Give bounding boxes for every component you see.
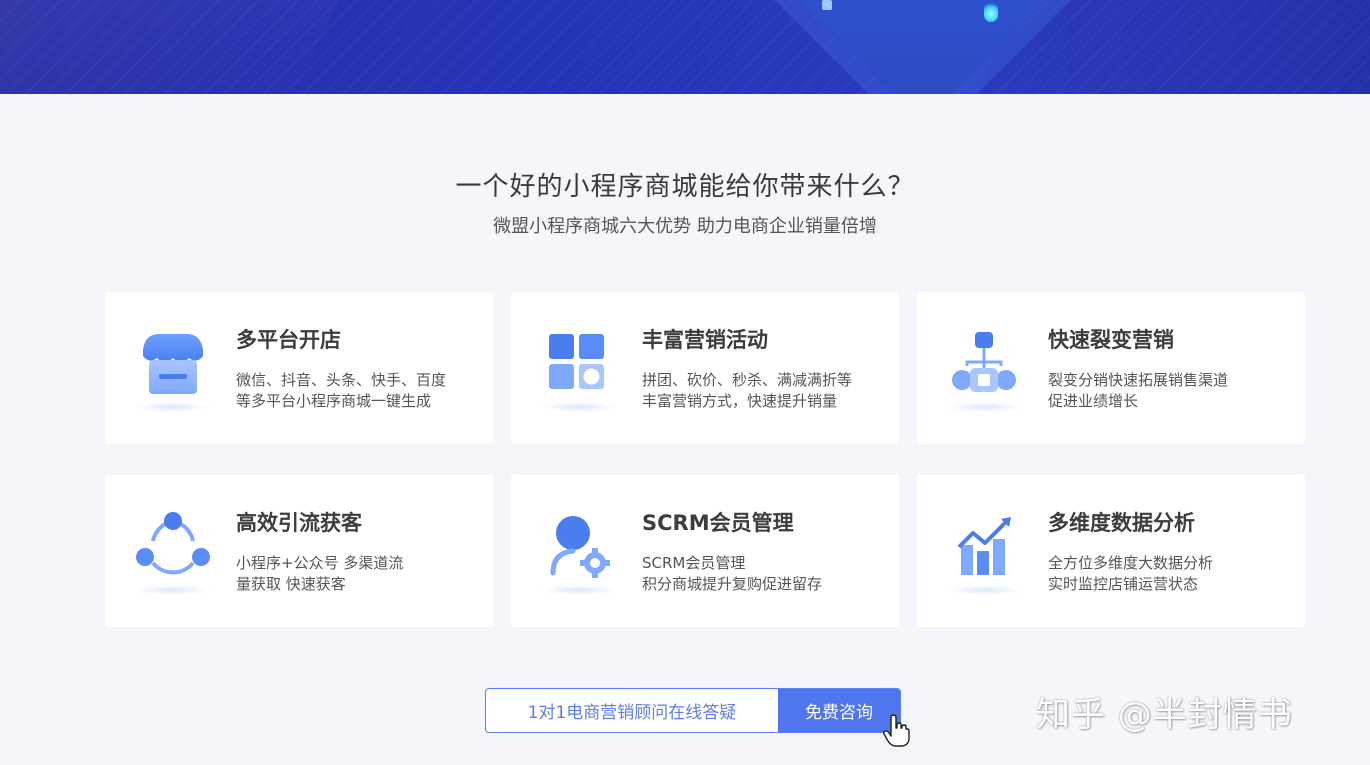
banner-pattern <box>0 0 1370 94</box>
user-gear-icon <box>539 511 619 595</box>
feature-desc-line: 拼团、砍价、秒杀、满减满折等 <box>642 371 853 389</box>
feature-title: 多维度数据分析 <box>1048 511 1195 535</box>
feature-title: 丰富营销活动 <box>642 328 768 352</box>
apps-grid-icon <box>539 328 619 412</box>
banner-glow-icon <box>984 2 998 22</box>
feature-card-scrm[interactable]: SCRM会员管理 SCRM会员管理 积分商城提升复购促进留存 <box>511 475 899 627</box>
feature-desc-line: 丰富营销方式，快速提升销量 <box>642 392 838 410</box>
section-title: 一个好的小程序商城能给你带来什么？ <box>455 172 915 202</box>
hierarchy-icon <box>945 328 1025 412</box>
feature-card-fission[interactable]: 快速裂变营销 裂变分销快速拓展销售渠道 促进业绩增长 <box>917 292 1305 444</box>
feature-desc-line: 微信、抖音、头条、快手、百度 <box>236 371 447 389</box>
feature-desc: SCRM会员管理 积分商城提升复购促进留存 <box>642 553 887 595</box>
hand-cursor-icon <box>882 714 912 748</box>
feature-desc: 小程序+公众号 多渠道流 量获取 快速获客 <box>236 553 481 595</box>
consult-text: 1对1电商营销顾问在线答疑 <box>527 703 737 723</box>
bar-trend-icon <box>945 511 1025 595</box>
feature-card-multi-platform[interactable]: 多平台开店 微信、抖音、头条、快手、百度 等多平台小程序商城一键生成 <box>105 292 493 444</box>
feature-desc-line: SCRM会员管理 <box>642 554 746 572</box>
feature-title: 快速裂变营销 <box>1048 328 1174 352</box>
feature-desc-line: 等多平台小程序商城一键生成 <box>236 392 432 410</box>
feature-title: SCRM会员管理 <box>642 511 794 535</box>
feature-desc: 拼团、砍价、秒杀、满减满折等 丰富营销方式，快速提升销量 <box>642 370 887 412</box>
share-cycle-icon <box>133 511 213 595</box>
feature-desc-line: 促进业绩增长 <box>1048 392 1139 410</box>
banner-spark-icon <box>822 0 832 10</box>
feature-desc-line: 小程序+公众号 多渠道流 <box>236 554 404 572</box>
feature-desc-line: 量获取 快速获客 <box>236 575 346 593</box>
store-icon <box>133 328 213 412</box>
feature-desc-line: 积分商城提升复购促进留存 <box>642 575 823 593</box>
feature-desc: 裂变分销快速拓展销售渠道 促进业绩增长 <box>1048 370 1293 412</box>
top-banner <box>0 0 1370 94</box>
feature-desc-line: 实时监控店铺运营状态 <box>1048 575 1199 593</box>
feature-title: 高效引流获客 <box>236 511 362 535</box>
feature-title: 多平台开店 <box>236 328 341 352</box>
feature-card-traffic[interactable]: 高效引流获客 小程序+公众号 多渠道流 量获取 快速获客 <box>105 475 493 627</box>
section-subtitle: 微盟小程序商城六大优势 助力电商企业销量倍增 <box>493 216 877 237</box>
zhihu-watermark: 知乎 @半封情书 <box>1036 695 1293 735</box>
feature-desc: 微信、抖音、头条、快手、百度 等多平台小程序商城一键生成 <box>236 370 481 412</box>
feature-desc-line: 裂变分销快速拓展销售渠道 <box>1048 371 1229 389</box>
feature-desc: 全方位多维度大数据分析 实时监控店铺运营状态 <box>1048 553 1293 595</box>
feature-desc-line: 全方位多维度大数据分析 <box>1048 554 1214 572</box>
feature-card-marketing[interactable]: 丰富营销活动 拼团、砍价、秒杀、满减满折等 丰富营销方式，快速提升销量 <box>511 292 899 444</box>
feature-card-analytics[interactable]: 多维度数据分析 全方位多维度大数据分析 实时监控店铺运营状态 <box>917 475 1305 627</box>
consult-cta-bar: 1对1电商营销顾问在线答疑 免费咨询 <box>485 688 901 733</box>
